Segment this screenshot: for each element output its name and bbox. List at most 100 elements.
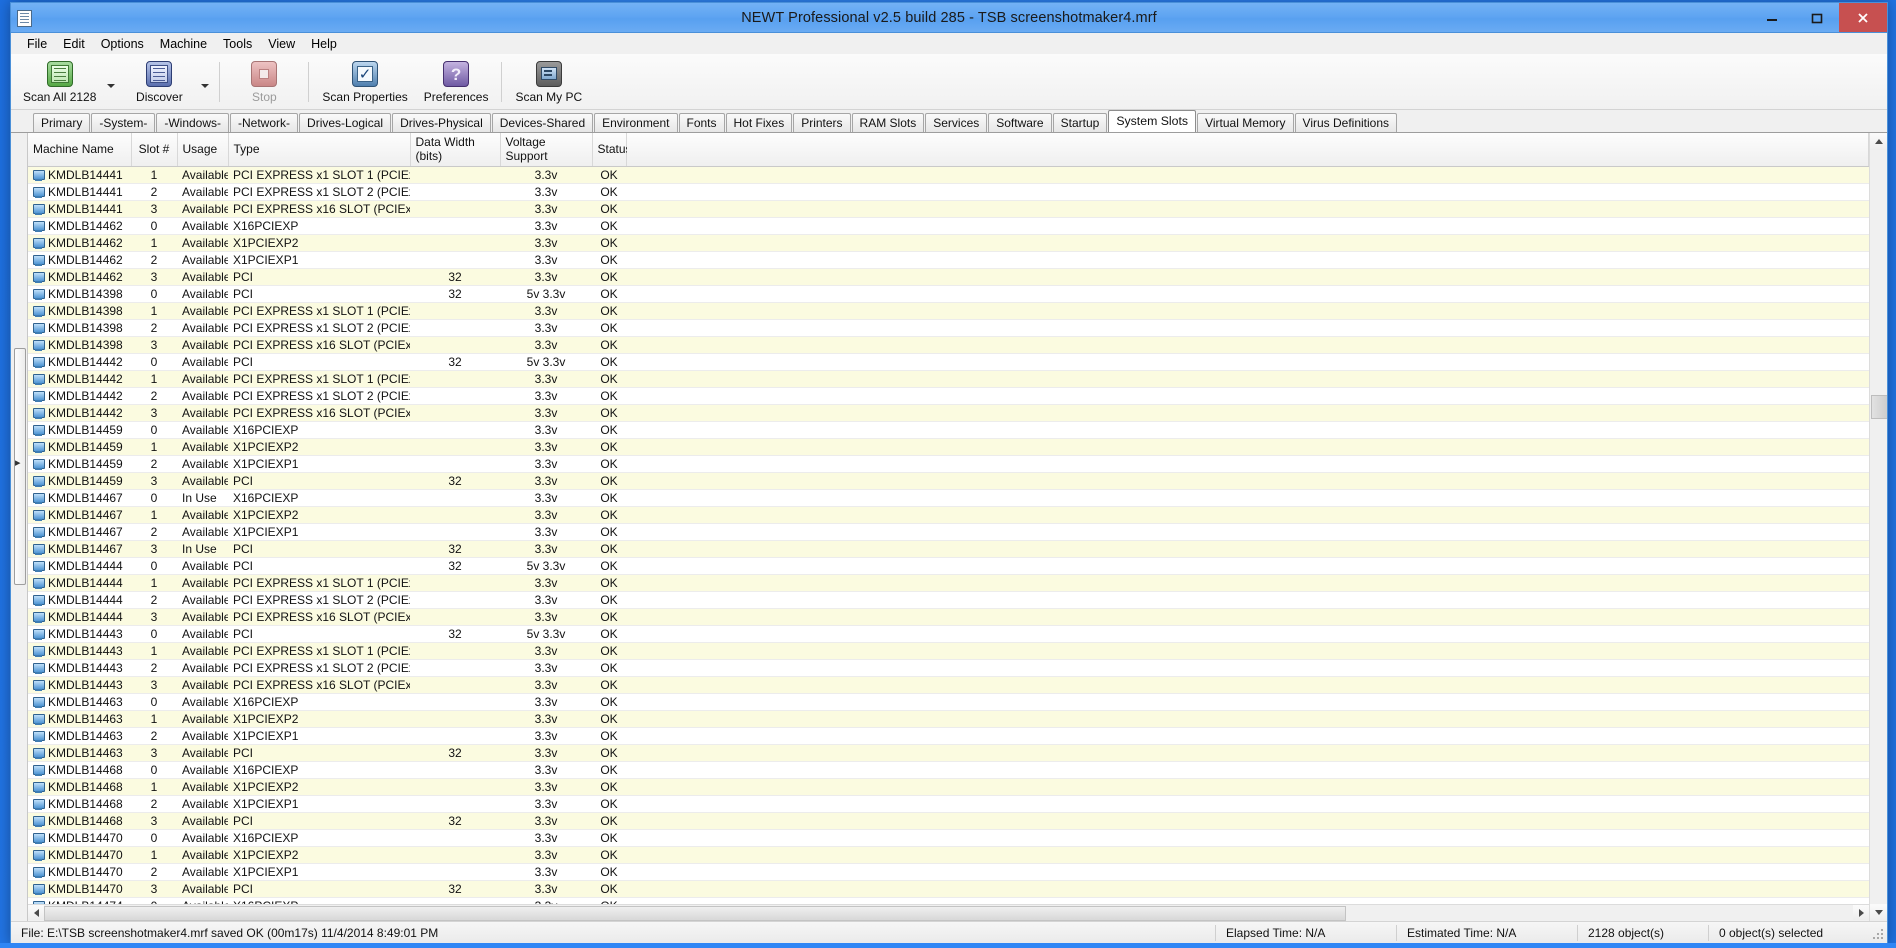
menu-tools[interactable]: Tools (215, 35, 260, 53)
table-row[interactable]: KMDLB14462 0 Available X16PCIEXP 3.3v OK (28, 217, 1869, 235)
table-row[interactable]: KMDLB14443 3 Available PCI EXPRESS x16 SLOT… (28, 676, 1869, 694)
table-row[interactable]: KMDLB14459 2 Available X1PCIEXP1 3.3v OK (28, 455, 1869, 473)
table-row[interactable]: KMDLB14442 2 Available PCI EXPRESS x1 SLOT … (28, 387, 1869, 405)
column-header-usage[interactable]: Usage (177, 133, 229, 167)
scroll-right-icon[interactable] (1853, 905, 1869, 920)
table-row[interactable]: KMDLB14459 0 Available X16PCIEXP 3.3v OK (28, 421, 1869, 439)
scan-my-pc-button[interactable]: Scan My PC (507, 55, 590, 108)
tab-system-slots[interactable]: System Slots (1108, 110, 1197, 132)
table-row[interactable]: KMDLB14470 1 Available X1PCIEXP2 3.3v OK (28, 846, 1869, 864)
column-header-machine-name[interactable]: Machine Name (28, 133, 132, 167)
table-row[interactable]: KMDLB14467 3 In Use PCI 32 3.3v OK (28, 540, 1869, 558)
table-row[interactable]: KMDLB14441 1 Available PCI EXPRESS x1 SLOT … (28, 166, 1869, 184)
table-row[interactable]: KMDLB14442 3 Available PCI EXPRESS x16 SLOT… (28, 404, 1869, 422)
table-row[interactable]: KMDLB14398 2 Available PCI EXPRESS x1 SLOT … (28, 319, 1869, 337)
table-row[interactable]: KMDLB14470 3 Available PCI 32 3.3v OK (28, 880, 1869, 898)
horizontal-scroll-thumb[interactable] (44, 906, 1346, 921)
tab-printers[interactable]: Printers (793, 113, 851, 132)
table-row[interactable]: KMDLB14463 2 Available X1PCIEXP1 3.3v OK (28, 727, 1869, 745)
tab-services[interactable]: Services (925, 113, 988, 132)
table-row[interactable]: KMDLB14459 3 Available PCI 32 3.3v OK (28, 472, 1869, 490)
scroll-left-icon[interactable] (28, 905, 44, 920)
table-row[interactable]: KMDLB14444 2 Available PCI EXPRESS x1 SLOT … (28, 591, 1869, 609)
vertical-scroll-thumb[interactable] (1871, 395, 1887, 419)
table-row[interactable]: KMDLB14468 1 Available X1PCIEXP2 3.3v OK (28, 778, 1869, 796)
scroll-up-icon[interactable] (1870, 133, 1887, 150)
tab-hot-fixes[interactable]: Hot Fixes (725, 113, 793, 132)
menu-options[interactable]: Options (93, 35, 152, 53)
minimize-button[interactable] (1749, 3, 1794, 32)
menu-help[interactable]: Help (303, 35, 345, 53)
table-row[interactable]: KMDLB14441 3 Available PCI EXPRESS x16 SLOT… (28, 200, 1869, 218)
scan-all-button[interactable]: Scan All 2128 (15, 55, 104, 108)
expand-panel-icon[interactable]: ▸ (15, 458, 21, 469)
tab-virtual-memory[interactable]: Virtual Memory (1197, 113, 1294, 132)
table-row[interactable]: KMDLB14463 3 Available PCI 32 3.3v OK (28, 744, 1869, 762)
title-bar[interactable]: NEWT Professional v2.5 build 285 - TSB s… (11, 3, 1887, 33)
tab-system[interactable]: -System- (91, 113, 156, 132)
table-row[interactable]: KMDLB14443 2 Available PCI EXPRESS x1 SLOT … (28, 659, 1869, 677)
table-row[interactable]: KMDLB14470 0 Available X16PCIEXP 3.3v OK (28, 829, 1869, 847)
tab-virus-definitions[interactable]: Virus Definitions (1294, 113, 1398, 132)
table-row[interactable]: KMDLB14442 0 Available PCI 32 5v 3.3v OK (28, 353, 1869, 371)
table-row[interactable]: KMDLB14444 3 Available PCI EXPRESS x16 SLOT… (28, 608, 1869, 626)
discover-dropdown-button[interactable] (198, 57, 212, 107)
table-row[interactable]: KMDLB14443 0 Available PCI 32 5v 3.3v OK (28, 625, 1869, 643)
cell-usage: Available (177, 455, 228, 473)
table-row[interactable]: KMDLB14467 0 In Use X16PCIEXP 3.3v OK (28, 489, 1869, 507)
cell-usage: Available (177, 319, 228, 337)
resize-grip-icon[interactable] (1869, 925, 1885, 941)
tab-fonts[interactable]: Fonts (678, 113, 725, 132)
menu-edit[interactable]: Edit (55, 35, 93, 53)
tab-devices-shared[interactable]: Devices-Shared (491, 113, 594, 132)
column-header-data-width[interactable]: Data Width (bits) (410, 133, 501, 167)
column-header-slot[interactable]: Slot # (131, 133, 178, 167)
tab-drives-physical[interactable]: Drives-Physical (392, 113, 491, 132)
table-row[interactable]: KMDLB14462 3 Available PCI 32 3.3v OK (28, 268, 1869, 286)
tab-drives-logical[interactable]: Drives-Logical (299, 113, 392, 132)
table-row[interactable]: KMDLB14468 2 Available X1PCIEXP1 3.3v OK (28, 795, 1869, 813)
close-button[interactable] (1839, 3, 1887, 32)
tab-windows[interactable]: -Windows- (156, 113, 230, 132)
scan-properties-button[interactable]: Scan Properties (314, 55, 415, 108)
table-row[interactable]: KMDLB14459 1 Available X1PCIEXP2 3.3v OK (28, 438, 1869, 456)
table-row[interactable]: KMDLB14443 1 Available PCI EXPRESS x1 SLOT … (28, 642, 1869, 660)
table-row[interactable]: KMDLB14463 1 Available X1PCIEXP2 3.3v OK (28, 710, 1869, 728)
table-row[interactable]: KMDLB14441 2 Available PCI EXPRESS x1 SLOT … (28, 183, 1869, 201)
scroll-down-icon[interactable] (1870, 904, 1887, 921)
table-row[interactable]: KMDLB14470 2 Available X1PCIEXP1 3.3v OK (28, 863, 1869, 881)
menu-file[interactable]: File (19, 35, 55, 53)
tab-startup[interactable]: Startup (1052, 113, 1108, 132)
discover-button[interactable]: Discover (120, 55, 198, 108)
column-header-type[interactable]: Type (228, 133, 411, 167)
tab-network[interactable]: -Network- (230, 113, 299, 132)
table-row[interactable]: KMDLB14444 0 Available PCI 32 5v 3.3v OK (28, 557, 1869, 575)
table-row[interactable]: KMDLB14468 3 Available PCI 32 3.3v OK (28, 812, 1869, 830)
column-header-status[interactable]: Status (592, 133, 632, 167)
scan-all-dropdown-button[interactable] (104, 57, 118, 107)
vertical-scrollbar[interactable] (1869, 133, 1887, 921)
table-row[interactable]: KMDLB14467 2 Available X1PCIEXP1 3.3v OK (28, 523, 1869, 541)
table-row[interactable]: KMDLB14463 0 Available X16PCIEXP 3.3v OK (28, 693, 1869, 711)
table-row[interactable]: KMDLB14467 1 Available X1PCIEXP2 3.3v OK (28, 506, 1869, 524)
menu-machine[interactable]: Machine (152, 35, 215, 53)
table-row[interactable]: KMDLB14462 1 Available X1PCIEXP2 3.3v OK (28, 234, 1869, 252)
table-row[interactable]: KMDLB14398 3 Available PCI EXPRESS x16 SLOT… (28, 336, 1869, 354)
cell-voltage-support: 3.3v (500, 659, 592, 677)
table-row[interactable]: KMDLB14398 0 Available PCI 32 5v 3.3v OK (28, 285, 1869, 303)
table-row[interactable]: KMDLB14468 0 Available X16PCIEXP 3.3v OK (28, 761, 1869, 779)
menu-view[interactable]: View (260, 35, 303, 53)
table-row[interactable]: KMDLB14398 1 Available PCI EXPRESS x1 SLOT … (28, 302, 1869, 320)
left-panel-splitter[interactable]: ▸ (11, 133, 28, 921)
column-header-voltage-support[interactable]: Voltage Support (500, 133, 593, 167)
horizontal-scrollbar[interactable] (28, 904, 1869, 921)
tab-environment[interactable]: Environment (594, 113, 678, 132)
preferences-button[interactable]: Preferences (416, 55, 497, 108)
tab-ram-slots[interactable]: RAM Slots (851, 113, 925, 132)
table-row[interactable]: KMDLB14444 1 Available PCI EXPRESS x1 SLOT … (28, 574, 1869, 592)
tab-software[interactable]: Software (988, 113, 1052, 132)
maximize-button[interactable] (1794, 3, 1839, 32)
table-row[interactable]: KMDLB14442 1 Available PCI EXPRESS x1 SLOT … (28, 370, 1869, 388)
tab-primary[interactable]: Primary (33, 113, 91, 132)
table-row[interactable]: KMDLB14462 2 Available X1PCIEXP1 3.3v OK (28, 251, 1869, 269)
